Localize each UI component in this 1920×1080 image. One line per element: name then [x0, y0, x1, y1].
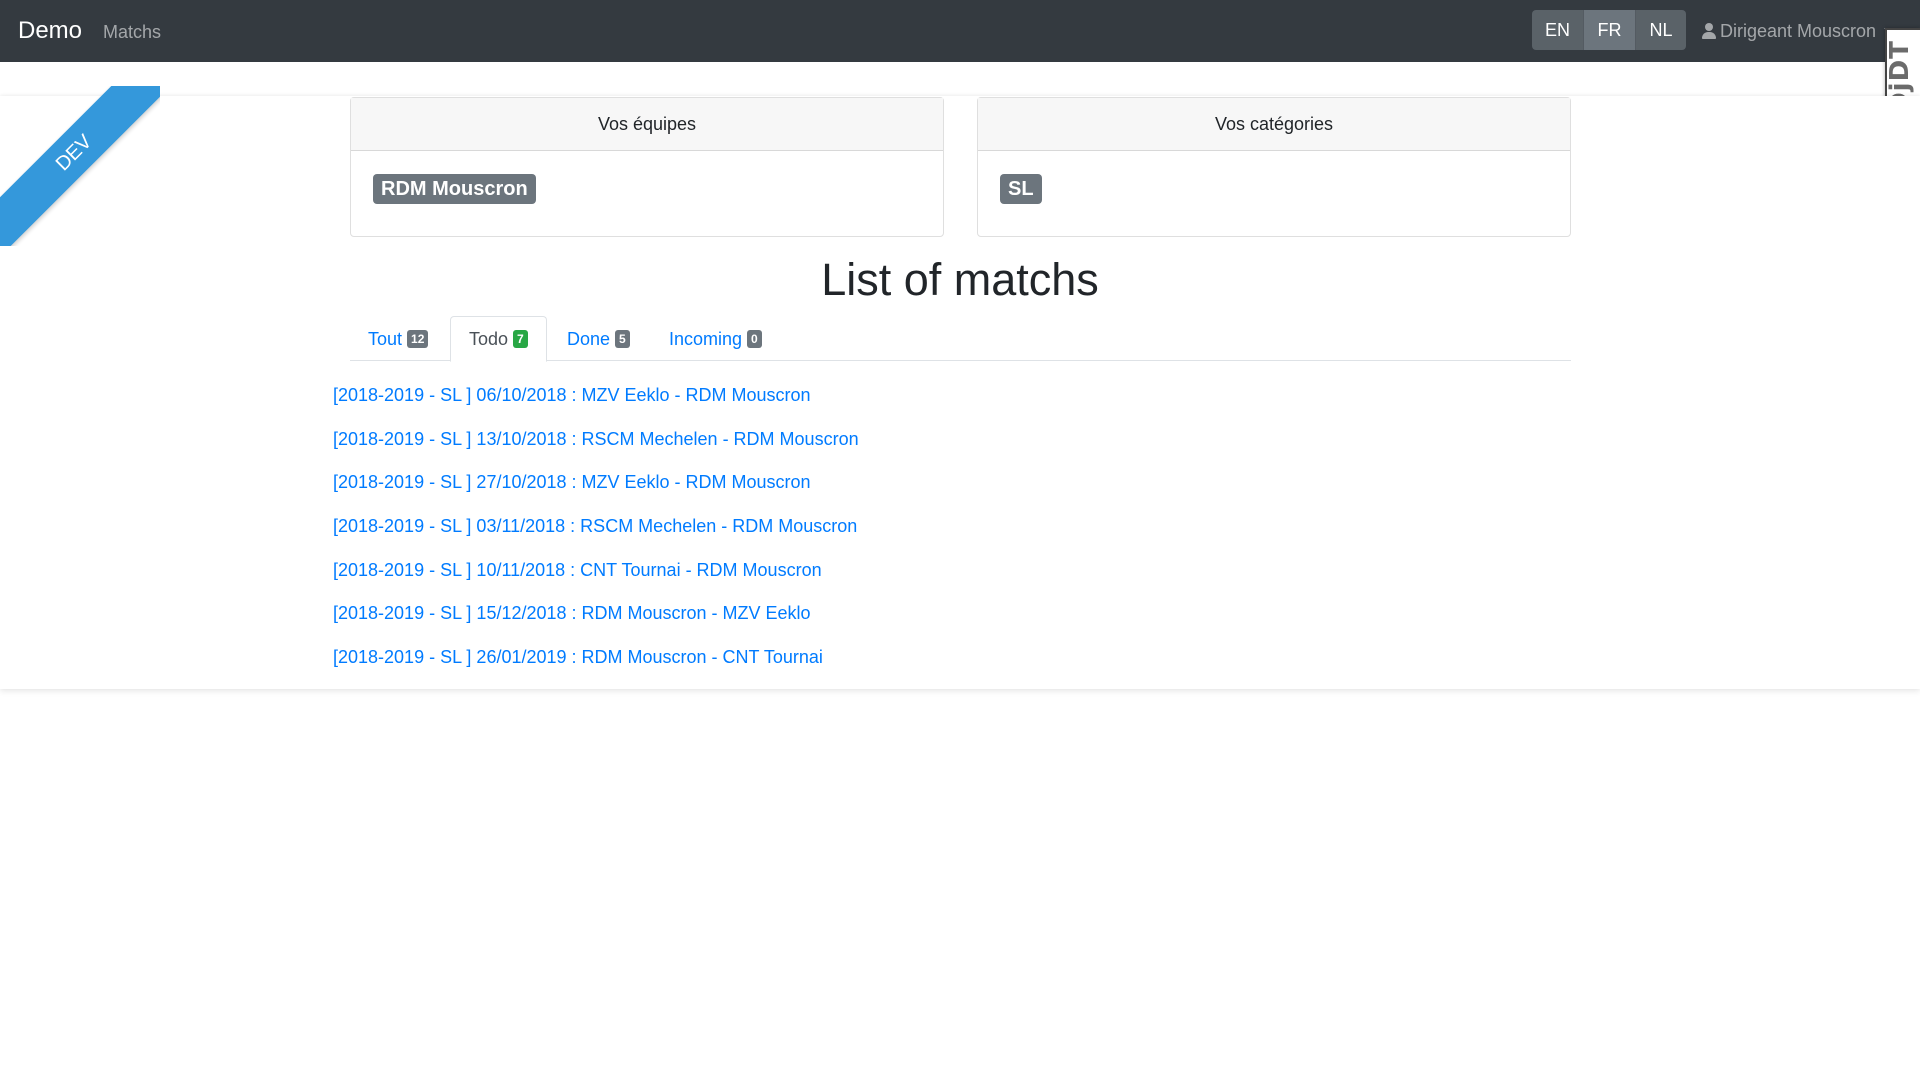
teams-card-body: RDM Mouscron	[351, 151, 943, 237]
user-icon	[1702, 23, 1716, 39]
match-link[interactable]: [2018-2019 - SL ] 26/01/2019 : RDM Mousc…	[333, 646, 859, 690]
tab-label: Done	[567, 329, 611, 349]
brand-link[interactable]: Demo	[18, 17, 82, 45]
tab-label: Todo	[469, 329, 509, 349]
category-badge: SL	[1000, 174, 1042, 204]
match-tabs: Tout 12 Todo 7 Done 5 Incoming 0	[350, 316, 1571, 362]
tab-tout[interactable]: Tout 12	[368, 316, 429, 362]
match-link[interactable]: [2018-2019 - SL ] 27/10/2018 : MZV Eeklo…	[333, 471, 859, 515]
categories-card: Vos catégories SL	[977, 97, 1571, 237]
tab-count-badge: 7	[513, 330, 528, 348]
tab-count-badge: 12	[407, 330, 429, 348]
match-link[interactable]: [2018-2019 - SL ] 13/10/2018 : RSCM Mech…	[333, 428, 859, 472]
team-badge: RDM Mouscron	[373, 174, 536, 204]
categories-card-title: Vos catégories	[978, 98, 1570, 151]
tab-label: Incoming	[669, 329, 743, 349]
tab-done[interactable]: Done 5	[567, 316, 630, 362]
match-link[interactable]: [2018-2019 - SL ] 10/11/2018 : CNT Tourn…	[333, 559, 859, 603]
user-menu-dropdown[interactable]: Dirigeant Mouscron	[1702, 20, 1897, 42]
language-switcher: EN FR NL	[1532, 10, 1686, 50]
dev-ribbon-label: DEV	[0, 86, 160, 246]
teams-card: Vos équipes RDM Mouscron	[350, 97, 944, 237]
lang-button-nl[interactable]: NL	[1636, 10, 1686, 50]
main-content	[0, 96, 1920, 689]
lang-button-en[interactable]: EN	[1532, 10, 1584, 50]
tab-count-badge: 0	[747, 330, 762, 348]
lang-button-fr[interactable]: FR	[1584, 10, 1636, 50]
teams-card-title: Vos équipes	[351, 98, 943, 151]
categories-card-body: SL	[978, 151, 1570, 237]
user-name: Dirigeant Mouscron	[1720, 21, 1877, 41]
nav-link-matchs[interactable]: Matchs	[103, 21, 161, 43]
top-navbar: Demo Matchs EN FR NL Dirigeant Mouscron	[0, 0, 1920, 62]
tab-todo[interactable]: Todo 7	[450, 316, 547, 362]
match-link[interactable]: [2018-2019 - SL ] 06/10/2018 : MZV Eeklo…	[333, 384, 859, 428]
match-link[interactable]: [2018-2019 - SL ] 15/12/2018 : RDM Mousc…	[333, 602, 859, 646]
match-link[interactable]: [2018-2019 - SL ] 03/11/2018 : RSCM Mech…	[333, 515, 859, 559]
tab-label: Tout	[368, 329, 403, 349]
page-title: List of matchs	[821, 254, 1099, 305]
tab-incoming[interactable]: Incoming 0	[669, 316, 762, 362]
tab-count-badge: 5	[615, 330, 630, 348]
match-list: [2018-2019 - SL ] 06/10/2018 : MZV Eeklo…	[333, 384, 859, 690]
dev-ribbon: DEV	[0, 86, 160, 246]
